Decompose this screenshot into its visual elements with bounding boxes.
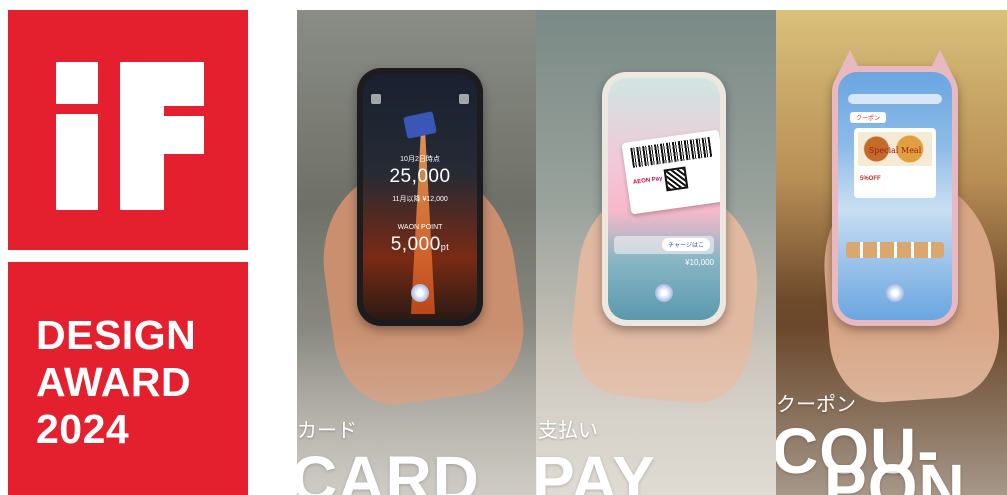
points-label: WAON POINT bbox=[397, 224, 443, 231]
caption-jp: クーポン bbox=[776, 394, 856, 416]
meal-title: Special Meal bbox=[868, 146, 922, 155]
search-bar bbox=[848, 94, 942, 104]
if-logo-i-dot bbox=[56, 62, 98, 104]
caption-en: CARD bbox=[297, 443, 480, 495]
card-image bbox=[403, 111, 437, 139]
coupon-tab: クーポン bbox=[850, 112, 887, 123]
panel-coupon: クーポン Special Meal 5%OFF クーポン COU- PON bbox=[776, 10, 1007, 495]
settings-icon bbox=[459, 94, 469, 104]
coupon-discount: 5%OFF bbox=[860, 176, 881, 182]
pay-button-icon bbox=[886, 284, 904, 302]
pay-brand: AEON Pay bbox=[632, 175, 663, 186]
caption-en: PAY bbox=[536, 443, 656, 495]
menu-icon bbox=[371, 94, 381, 104]
phone-pay: AEON Pay チャージはこ ¥10,000 bbox=[602, 72, 726, 326]
pay-amount: ¥10,000 bbox=[685, 258, 714, 267]
if-logo-f-top bbox=[164, 62, 204, 106]
phone-screen: クーポン Special Meal 5%OFF bbox=[838, 72, 952, 320]
phone-card: 10月2日時点 25,000 11月以降 ¥12,000 WAON POINT … bbox=[357, 68, 483, 326]
phone-screen: 10月2日時点 25,000 11月以降 ¥12,000 WAON POINT … bbox=[363, 74, 477, 320]
panel-pay: AEON Pay チャージはこ ¥10,000 支払い PAY bbox=[536, 10, 776, 495]
balance-amount: 25,000 bbox=[389, 166, 451, 187]
phone-screen: AEON Pay チャージはこ ¥10,000 bbox=[608, 78, 720, 320]
qr-code-image bbox=[663, 166, 689, 192]
barcode-image bbox=[630, 136, 713, 168]
coupon-thumbnails bbox=[846, 242, 944, 258]
points-value: 5,000pt bbox=[390, 234, 450, 255]
balance-sub: 11月以降 ¥12,000 bbox=[392, 196, 448, 203]
coupon-card: Special Meal 5%OFF bbox=[854, 128, 936, 198]
award-label: DESIGN AWARD 2024 bbox=[36, 312, 197, 452]
caption-en-line2: PON bbox=[824, 451, 966, 495]
balance-date: 10月2日時点 bbox=[400, 156, 440, 163]
pay-button-icon bbox=[655, 284, 673, 302]
if-logo-f-mid bbox=[164, 116, 204, 154]
if-logo-i-stem bbox=[56, 114, 98, 210]
caption-jp: カード bbox=[297, 420, 357, 442]
award-label-block: DESIGN AWARD 2024 bbox=[8, 262, 248, 495]
pay-button-icon bbox=[411, 284, 429, 302]
if-logo-f-stem bbox=[120, 62, 164, 210]
charge-button: チャージはこ bbox=[662, 238, 710, 251]
payment-code-card: AEON Pay bbox=[621, 129, 720, 215]
caption-jp: 支払い bbox=[538, 420, 598, 442]
panel-card: 10月2日時点 25,000 11月以降 ¥12,000 WAON POINT … bbox=[297, 10, 536, 495]
if-logo bbox=[8, 10, 248, 250]
phone-coupon: クーポン Special Meal 5%OFF bbox=[832, 50, 958, 326]
